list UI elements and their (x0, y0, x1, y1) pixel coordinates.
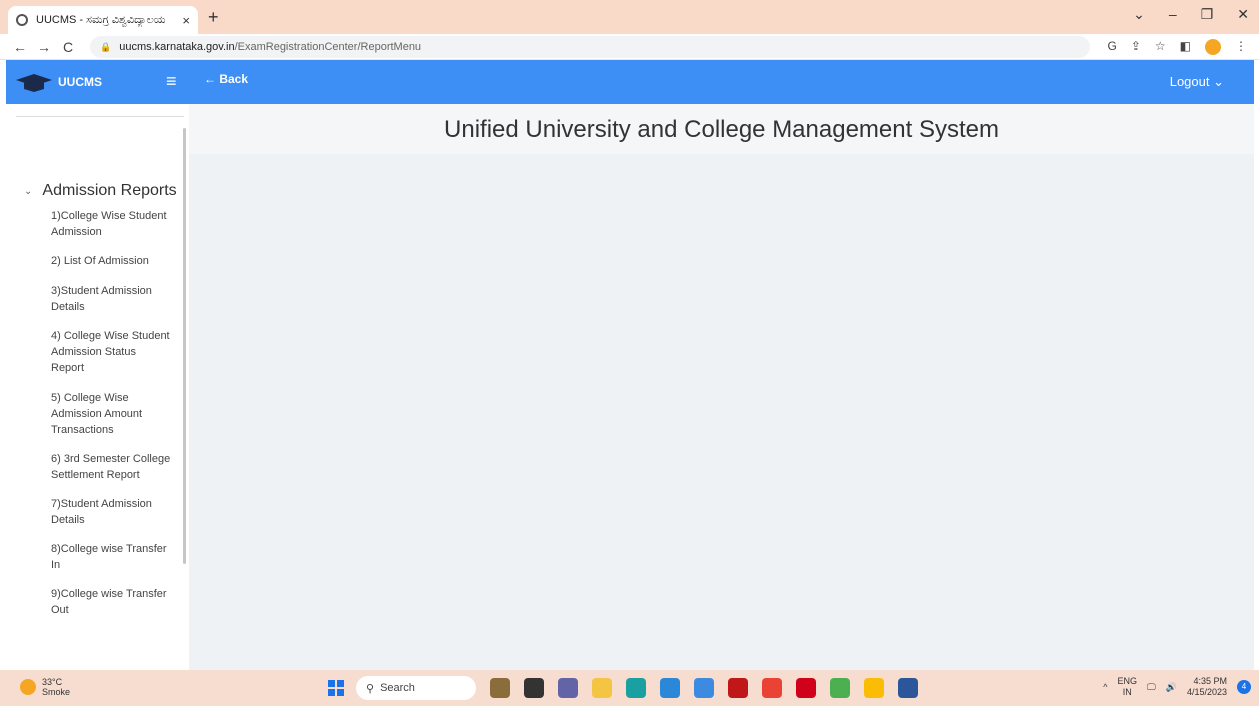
share-icon[interactable]: ⇪ (1131, 39, 1141, 55)
sidebar-item[interactable]: 2) List Of Admission (51, 253, 171, 269)
clock[interactable]: 4:35 PM 4/15/2023 (1187, 676, 1227, 698)
weather-widget[interactable]: 33°C Smoke (20, 677, 70, 697)
volume-icon[interactable]: 🔊 (1166, 682, 1177, 693)
sidebar-item[interactable]: 8)College wise Transfer In (51, 541, 171, 573)
sidepanel-icon[interactable]: ◧ (1180, 39, 1191, 55)
sidebar-divider (16, 116, 184, 117)
sidebar: ⌄ Admission Reports 1)College Wise Stude… (6, 104, 189, 670)
back-link[interactable]: ← Back (204, 72, 248, 86)
url-host: uucms.karnataka.gov.in (119, 41, 235, 53)
url-path: /ExamRegistrationCenter/ReportMenu (234, 41, 422, 53)
sidebar-item[interactable]: 9)College wise Transfer Out (51, 586, 171, 618)
search-icon: ⚲ (366, 682, 375, 695)
close-window-button[interactable]: ✕ (1237, 6, 1249, 23)
restore-button[interactable]: ❐ (1201, 6, 1214, 23)
notification-badge[interactable]: 4 (1237, 680, 1251, 694)
app-header: UUCMS ≡ ← Back Logout ⌄ (6, 60, 1254, 104)
language-indicator[interactable]: ENG IN (1118, 676, 1138, 698)
reload-icon[interactable]: C (56, 39, 80, 55)
tab-search-icon[interactable]: ⌄ (1133, 6, 1145, 23)
profile-avatar-icon[interactable] (1205, 39, 1221, 55)
chevron-down-icon: ⌄ (24, 185, 33, 197)
sidebar-item[interactable]: 7)Student Admission Details (51, 496, 171, 528)
windows-start-icon[interactable] (328, 680, 344, 696)
browser-toolbar: ← → C 🔒 uucms.karnataka.gov.in /ExamRegi… (0, 34, 1259, 60)
google-icon[interactable]: G (1107, 39, 1116, 55)
chevron-up-icon[interactable]: ^ (1103, 682, 1107, 692)
globe-icon (16, 14, 28, 26)
system-tray: ^ ENG IN 🖵 🔊 4:35 PM 4/15/2023 4 (1103, 676, 1251, 698)
sidebar-item[interactable]: 1)College Wise Student Admission (51, 208, 171, 240)
browser-tab-strip: UUCMS - ಸಮಗ್ರ ವಿಶ್ವವಿದ್ಯಾಲಯ × + ⌄ – ❐ ✕ (0, 0, 1259, 34)
chat-icon[interactable] (558, 678, 578, 698)
page-title: Unified University and College Managemen… (189, 104, 1254, 154)
sidebar-menu: 1)College Wise Student Admission 2) List… (51, 208, 171, 618)
window-controls: ⌄ – ❐ ✕ (1133, 6, 1249, 23)
forward-arrow-icon[interactable]: → (32, 39, 56, 55)
graduation-cap-icon (16, 74, 52, 92)
search-label: Search (380, 682, 415, 694)
store-icon[interactable] (660, 678, 680, 698)
app-brand[interactable]: UUCMS (58, 75, 102, 89)
browser-tab[interactable]: UUCMS - ಸಮಗ್ರ ವಿಶ್ವವಿದ್ಯಾಲಯ × (8, 6, 198, 34)
bookmark-star-icon[interactable]: ☆ (1155, 39, 1166, 55)
lock-icon: 🔒 (100, 41, 112, 52)
weather-sun-icon (20, 679, 36, 695)
sidebar-item[interactable]: 6) 3rd Semester College Settlement Repor… (51, 451, 171, 483)
sidebar-group-label: Admission Reports (42, 182, 177, 199)
task-view-icon[interactable] (524, 678, 544, 698)
edge-icon[interactable] (626, 678, 646, 698)
address-bar[interactable]: 🔒 uucms.karnataka.gov.in /ExamRegistrati… (90, 36, 1090, 58)
chrome-profile-icon[interactable] (864, 678, 884, 698)
close-tab-icon[interactable]: × (182, 13, 190, 28)
sidebar-scrollbar[interactable] (183, 128, 186, 564)
kebab-menu-icon[interactable]: ⋮ (1235, 39, 1247, 55)
hamburger-menu-icon[interactable]: ≡ (166, 71, 177, 92)
word-icon[interactable] (898, 678, 918, 698)
photos-icon[interactable] (830, 678, 850, 698)
sidebar-item[interactable]: 3)Student Admission Details (51, 283, 171, 315)
building-app-icon[interactable] (490, 678, 510, 698)
tab-title: UUCMS - ಸಮಗ್ರ ವಿಶ್ವವಿದ್ಯಾಲಯ (36, 13, 166, 26)
logout-menu[interactable]: Logout ⌄ (1170, 74, 1224, 90)
main-content: Unified University and College Managemen… (189, 104, 1254, 670)
app-icon[interactable] (694, 678, 714, 698)
sidebar-group-admission-reports[interactable]: ⌄ Admission Reports (24, 182, 177, 200)
taskbar-apps (490, 678, 918, 698)
mcafee-icon[interactable] (728, 678, 748, 698)
file-explorer-icon[interactable] (592, 678, 612, 698)
chrome-icon[interactable] (762, 678, 782, 698)
sidebar-item[interactable]: 4) College Wise Student Admission Status… (51, 328, 171, 376)
opera-icon[interactable] (796, 678, 816, 698)
toolbar-icons: G ⇪ ☆ ◧ ⋮ (1107, 39, 1247, 55)
back-arrow-icon[interactable]: ← (8, 39, 32, 55)
new-tab-button[interactable]: + (208, 7, 219, 28)
temperature: 33°C (42, 677, 63, 687)
sidebar-item[interactable]: 5) College Wise Admission Amount Transac… (51, 390, 171, 438)
network-icon[interactable]: 🖵 (1147, 682, 1156, 693)
minimize-button[interactable]: – (1169, 6, 1177, 23)
weather-condition: Smoke (42, 687, 71, 697)
os-taskbar: 33°C Smoke ⚲ Search ^ ENG IN 🖵 🔊 4:35 PM (0, 670, 1259, 706)
taskbar-search[interactable]: ⚲ Search (356, 676, 476, 700)
